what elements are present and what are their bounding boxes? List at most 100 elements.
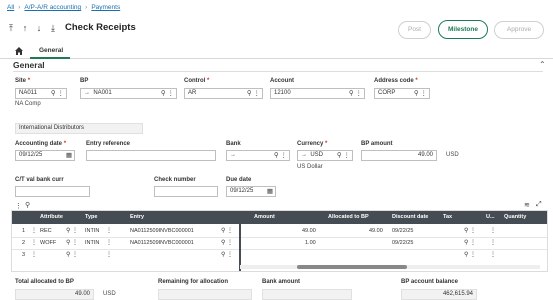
table-row[interactable]: 1 ⋮ REC ⚲ ⋮ INTIN ⋮ NA0112509INVBC000001… <box>12 226 547 238</box>
bp-amount-field[interactable]: 49.00 <box>361 150 437 161</box>
tab-general[interactable]: General <box>39 47 63 54</box>
more-icon[interactable]: ⋮ <box>490 227 496 234</box>
cell-type[interactable]: INTIN <box>85 226 99 237</box>
down-to-bottom-icon[interactable]: ⤓ <box>49 23 57 33</box>
col-attribute[interactable]: Attribute <box>40 211 63 224</box>
search-icon[interactable]: ⚲ ⋮ <box>464 251 476 258</box>
cell-amount[interactable]: 49.00 <box>302 226 316 237</box>
currency-field-icons[interactable]: ⚲ ⋮ <box>337 151 350 160</box>
breadcrumb-ap-ar[interactable]: A/P-A/R accounting <box>24 4 81 11</box>
search-icon[interactable]: ⚲ ⋮ <box>221 227 233 234</box>
check-number-label: Check number <box>154 177 196 183</box>
page-title: Check Receipts <box>65 22 136 33</box>
account-field-icons[interactable]: ⚲ ⋮ <box>349 89 362 98</box>
approve-button[interactable]: Approve <box>494 21 544 39</box>
table-row[interactable]: 3 ⋮ ⚲ ⋮ ⋮ ⚲ ⋮ ⚲ ⋮ ⋮ <box>12 250 547 262</box>
cell-allocated[interactable]: 49.00 <box>369 226 383 237</box>
cell-discount-date[interactable]: 09/22/25 <box>392 226 413 237</box>
breadcrumb-separator: › <box>18 4 21 11</box>
search-icon[interactable]: ⚲ ⋮ <box>221 239 233 246</box>
more-icon[interactable]: ⋮ <box>31 251 37 258</box>
site-field[interactable]: NA011 ⚲ ⋮ <box>15 88 67 99</box>
horizontal-scrollbar[interactable] <box>297 265 407 269</box>
cell-entry[interactable]: NA0112509INVBC000001 <box>130 238 194 249</box>
calendar-icon[interactable]: ▦ <box>66 151 72 160</box>
layers-icon[interactable]: ≋ <box>524 201 530 209</box>
more-icon[interactable]: ⋮ <box>106 239 112 246</box>
bank-field[interactable]: → ⚲ ⋮ <box>226 150 290 161</box>
currency-field[interactable]: → USD ⚲ ⋮ <box>297 150 353 161</box>
up-icon[interactable]: ↑ <box>21 23 29 33</box>
pin-icon[interactable]: ⤒ <box>7 23 15 33</box>
expand-icon[interactable]: ⤢ <box>536 201 542 209</box>
due-date-field[interactable]: 09/12/25 ▦ <box>226 186 276 197</box>
more-icon[interactable]: ⋮ <box>106 251 112 258</box>
address-code-field-icons[interactable]: ⚲ ⋮ <box>414 89 427 98</box>
home-icon[interactable] <box>14 46 24 56</box>
chevron-up-icon[interactable]: ⌃ <box>539 60 546 69</box>
cell-discount-date[interactable]: 09/22/25 <box>392 238 413 249</box>
account-field[interactable]: 12100 ⚲ ⋮ <box>270 88 365 99</box>
more-icon[interactable]: ⋮ <box>490 251 496 258</box>
cell-attribute[interactable]: WOFF <box>40 238 56 249</box>
search-icon[interactable]: ⚲ ⋮ <box>221 251 233 258</box>
address-code-field[interactable]: CORP ⚲ ⋮ <box>374 88 430 99</box>
bank-field-icons[interactable]: ⚲ ⋮ <box>274 151 287 160</box>
arrow-right-icon: → <box>84 90 90 96</box>
down-icon[interactable]: ↓ <box>35 23 43 33</box>
col-entry[interactable]: Entry <box>130 211 144 224</box>
col-quantity[interactable]: Quantity <box>504 211 526 224</box>
ct-val-field[interactable] <box>15 186 90 197</box>
col-allocated[interactable]: Allocated to BP <box>328 211 369 224</box>
control-field[interactable]: AR ⚲ ⋮ <box>184 88 263 99</box>
bp-field-icons[interactable]: ⚲ ⋮ <box>161 89 174 98</box>
cell-type[interactable]: INTIN <box>85 238 99 249</box>
bp-name-field: International Distributors <box>15 123 143 134</box>
more-icon[interactable]: ⋮ <box>106 227 112 234</box>
calendar-icon[interactable]: ▦ <box>267 187 273 196</box>
more-icon: ⋮ <box>343 152 351 159</box>
tab-bar <box>0 44 553 59</box>
cell-attribute[interactable]: REC <box>40 226 52 237</box>
table-row[interactable]: 2 ⋮ WOFF ⚲ ⋮ INTIN ⋮ NA0112509INVBC00000… <box>12 238 547 250</box>
bp-field[interactable]: → NA001 ⚲ ⋮ <box>80 88 177 99</box>
remaining-label: Remaining for allocation <box>158 279 229 285</box>
remaining-field <box>158 289 252 300</box>
accounting-date-field[interactable]: 09/12/25 ▦ <box>15 150 75 161</box>
site-field-icons[interactable]: ⚲ ⋮ <box>51 89 64 98</box>
search-icon[interactable]: ⚲ ⋮ <box>66 227 78 234</box>
breadcrumb: All › A/P-A/R accounting › Payments <box>7 4 120 11</box>
milestone-button[interactable]: Milestone <box>438 20 488 39</box>
breadcrumb-all[interactable]: All <box>7 4 14 11</box>
accounting-date-label: Accounting date * <box>15 141 67 147</box>
breadcrumb-payments[interactable]: Payments <box>91 4 120 11</box>
more-icon[interactable]: ⋮ <box>31 239 37 246</box>
search-icon[interactable]: ⚲ ⋮ <box>66 251 78 258</box>
entry-reference-field[interactable] <box>86 150 216 161</box>
check-number-field[interactable] <box>154 186 218 197</box>
search-icon[interactable]: ⚲ ⋮ <box>464 227 476 234</box>
col-u[interactable]: U... <box>486 211 495 224</box>
more-icon: ⋮ <box>355 90 363 97</box>
bank-amount-field <box>262 289 352 300</box>
more-icon[interactable]: ⋮ <box>490 239 496 246</box>
post-button[interactable]: Post <box>398 21 431 39</box>
due-date-label: Due date <box>226 177 252 183</box>
col-amount[interactable]: Amount <box>254 211 275 224</box>
col-tax[interactable]: Tax <box>443 211 452 224</box>
cell-amount[interactable]: 1.00 <box>305 238 316 249</box>
more-icon[interactable]: ⋮ <box>31 227 37 234</box>
col-discount-date[interactable]: Discount date <box>392 211 428 224</box>
more-icon[interactable]: ⋮ <box>15 202 22 210</box>
title-bar: ⤒ ↑ ↓ ⤓ Check Receipts <box>7 22 136 33</box>
currency-description: US Dollar <box>297 164 323 170</box>
cell-entry[interactable]: NA0112509INVBC000001 <box>130 226 194 237</box>
search-icon[interactable]: ⚲ <box>25 201 30 209</box>
site-label: Site * <box>15 78 31 84</box>
search-icon[interactable]: ⚲ ⋮ <box>66 239 78 246</box>
search-icon: ⚲ <box>413 90 419 97</box>
control-field-icons[interactable]: ⚲ ⋮ <box>247 89 260 98</box>
search-icon[interactable]: ⚲ ⋮ <box>464 239 476 246</box>
search-icon: ⚲ <box>50 90 56 97</box>
col-type[interactable]: Type <box>85 211 97 224</box>
